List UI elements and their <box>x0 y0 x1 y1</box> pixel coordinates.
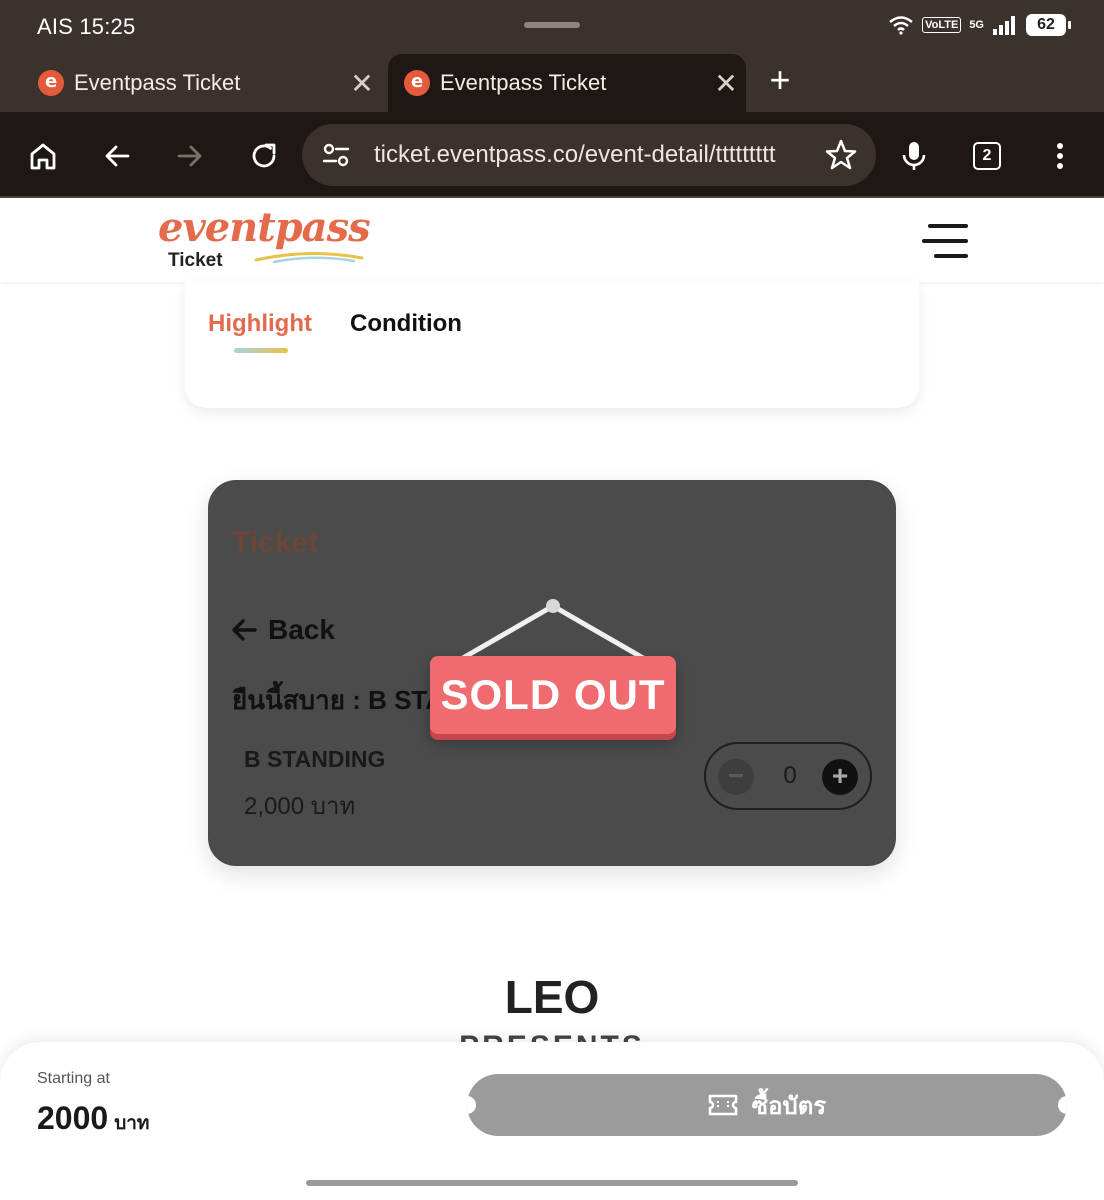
url-text[interactable]: ticket.eventpass.co/event-detail/ttttttt… <box>374 141 794 169</box>
purchase-bar: Starting at 2000 บาท ซื้อบัตร <box>0 1042 1104 1200</box>
logo-wordmark: eventpass <box>158 204 371 251</box>
tab-title: Eventpass Ticket <box>74 70 241 95</box>
increase-quantity-button[interactable]: + <box>822 759 858 795</box>
ticket-icon <box>708 1094 738 1116</box>
home-button[interactable] <box>21 134 65 178</box>
address-bar[interactable]: ticket.eventpass.co/event-detail/ttttttt… <box>302 124 876 186</box>
voice-search-button[interactable] <box>892 134 936 178</box>
detail-tabs-card: Highlight Condition <box>185 282 919 408</box>
logo-swoosh-icon <box>254 251 364 264</box>
decrease-quantity-button[interactable]: − <box>718 759 754 795</box>
back-label: Back <box>268 614 335 645</box>
ticket-panel-title: Ticket <box>232 526 319 559</box>
tab-condition[interactable]: Condition <box>350 310 462 338</box>
browser-tab-1[interactable]: Eventpass Ticket ✕ <box>22 54 382 112</box>
forward-nav-button[interactable] <box>168 134 212 178</box>
tab-switcher-button[interactable]: 2 <box>965 134 1009 178</box>
reload-button[interactable] <box>242 134 286 178</box>
zone-title: ยืนนี้สบาย : B STANDING <box>232 685 442 715</box>
close-tab-icon[interactable]: ✕ <box>342 67 382 100</box>
starting-at-label: Starting at <box>37 1070 110 1087</box>
eventpass-favicon-icon <box>38 70 64 96</box>
more-vertical-icon <box>1057 143 1063 169</box>
arrow-left-icon <box>232 619 257 641</box>
site-settings-icon[interactable] <box>322 142 350 168</box>
event-name: LEO <box>504 971 600 1023</box>
buy-ticket-button[interactable]: ซื้อบัตร <box>467 1074 1067 1136</box>
volte-badge: VoLTE <box>922 17 962 33</box>
status-carrier-time: AIS 15:25 <box>37 14 136 39</box>
network-type: 5G <box>969 19 984 31</box>
battery-icon: 62 <box>1026 14 1071 36</box>
bookmark-star-icon[interactable] <box>824 138 858 172</box>
signal-icon <box>993 16 1015 35</box>
home-indicator[interactable] <box>306 1180 798 1186</box>
eventpass-favicon-icon <box>404 70 430 96</box>
window-handle[interactable] <box>524 22 580 28</box>
tab-highlight[interactable]: Highlight <box>208 310 312 338</box>
home-icon <box>30 143 56 170</box>
back-button[interactable]: Back <box>230 614 335 646</box>
sold-out-label: SOLD OUT <box>430 656 676 734</box>
site-header: eventpass Ticket <box>0 200 1104 282</box>
status-bar: AIS 15:25 VoLTE 5G 62 <box>0 0 1104 52</box>
browser-tab-strip: AIS 15:25 VoLTE 5G 62 Eventpass Ticket ✕ <box>0 0 1104 112</box>
hamburger-menu-icon[interactable] <box>922 222 968 260</box>
browser-toolbar: ticket.eventpass.co/event-detail/ttttttt… <box>0 112 1104 198</box>
tab-title: Eventpass Ticket <box>440 70 607 95</box>
quantity-value: 0 <box>783 762 797 789</box>
ticket-price: 2,000 บาท <box>244 793 356 820</box>
currency-unit: บาท <box>114 1113 150 1134</box>
eventpass-logo[interactable]: eventpass Ticket <box>158 204 378 276</box>
arrow-right-icon <box>177 145 202 167</box>
starting-price: 2000 บาท <box>37 1100 149 1138</box>
active-tab-indicator <box>234 348 288 353</box>
arrow-left-icon <box>105 145 130 167</box>
starting-price-value: 2000 <box>37 1100 109 1136</box>
buy-ticket-label: ซื้อบัตร <box>751 1092 827 1120</box>
browser-tab-2-active[interactable]: Eventpass Ticket ✕ <box>388 54 746 112</box>
status-icons: VoLTE 5G 62 <box>888 14 1071 36</box>
ticket-type-name: B STANDING <box>244 746 386 772</box>
quantity-stepper: − 0 + <box>704 742 872 810</box>
logo-subtitle: Ticket <box>168 250 223 271</box>
microphone-icon <box>902 142 926 170</box>
close-tab-icon[interactable]: ✕ <box>706 67 746 100</box>
tab-count-badge: 2 <box>973 142 1001 170</box>
wifi-icon <box>889 16 913 35</box>
back-nav-button[interactable] <box>95 134 139 178</box>
browser-menu-button[interactable] <box>1038 134 1082 178</box>
new-tab-button[interactable]: + <box>760 58 800 102</box>
reload-icon <box>252 143 276 168</box>
sold-out-sign: SOLD OUT <box>430 596 678 746</box>
